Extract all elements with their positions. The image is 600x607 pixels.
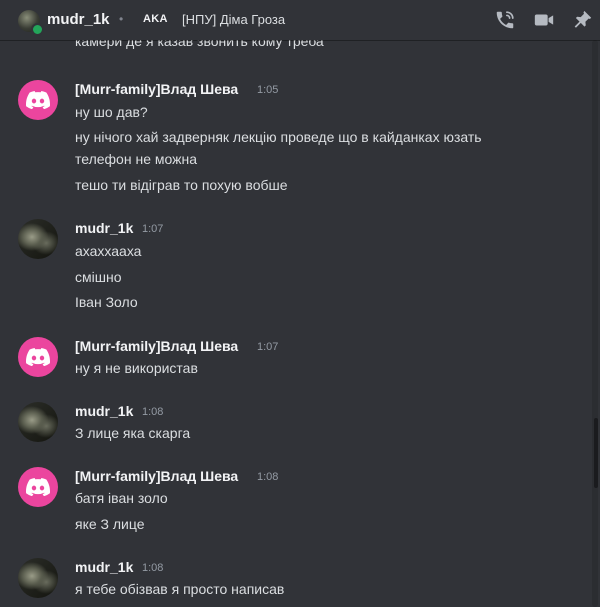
separator-dot: • xyxy=(119,12,124,26)
dm-header: mudr_1k • AKA [НПУ] Діма Гроза xyxy=(0,0,600,40)
avatar[interactable] xyxy=(18,80,58,120)
discord-logo-icon xyxy=(26,348,50,366)
pin-icon[interactable] xyxy=(571,9,593,31)
video-call-icon[interactable] xyxy=(533,9,555,31)
message-line: ахаххааха xyxy=(75,243,142,259)
message-list: камери де я казав звонить кому треба [Mu… xyxy=(0,0,600,607)
message-timestamp: 1:08 xyxy=(257,471,279,483)
message-line: ну нічого хай задверняк лекцію проведе щ… xyxy=(75,129,482,145)
message-author[interactable]: mudr_1k xyxy=(75,220,133,236)
message-timestamp: 1:08 xyxy=(142,406,164,418)
discord-logo-icon xyxy=(26,478,50,496)
message-line: ну я не використав xyxy=(75,360,198,376)
phone-call-icon[interactable] xyxy=(494,9,516,31)
avatar[interactable] xyxy=(18,558,58,598)
dm-username[interactable]: mudr_1k xyxy=(47,11,110,28)
message-line: я тебе обізвав я просто написав xyxy=(75,581,285,597)
discord-logo-icon xyxy=(26,91,50,109)
message-line: тешо ти відіграв то похую вобше xyxy=(75,177,288,193)
message-timestamp: 1:08 xyxy=(142,562,164,574)
online-status-indicator xyxy=(31,23,44,36)
message-author[interactable]: mudr_1k xyxy=(75,559,133,575)
message-line: батя іван золо xyxy=(75,490,168,506)
message-timestamp: 1:07 xyxy=(257,341,279,353)
avatar[interactable] xyxy=(18,337,58,377)
message-line: телефон не можна xyxy=(75,151,198,167)
avatar[interactable] xyxy=(18,467,58,507)
message-line: З лице яка скарга xyxy=(75,425,191,441)
message-line: Іван Золо xyxy=(75,294,138,310)
message-line: яке З лице xyxy=(75,516,145,532)
message-timestamp: 1:07 xyxy=(142,223,164,235)
message-line: смішно xyxy=(75,269,122,285)
message-author[interactable]: [Murr-family]Влад Шева xyxy=(75,338,238,354)
avatar[interactable] xyxy=(18,402,58,442)
aka-label: AKA xyxy=(143,13,168,25)
scrollbar-track[interactable] xyxy=(592,40,598,607)
scrollbar-thumb[interactable] xyxy=(594,418,598,488)
message-author[interactable]: mudr_1k xyxy=(75,403,133,419)
message-line: ну шо дав? xyxy=(75,104,148,120)
message-timestamp: 1:05 xyxy=(257,84,279,96)
aka-nickname: [НПУ] Діма Гроза xyxy=(182,12,286,27)
avatar[interactable] xyxy=(18,219,58,259)
message-author[interactable]: [Murr-family]Влад Шева xyxy=(75,81,238,97)
message-author[interactable]: [Murr-family]Влад Шева xyxy=(75,468,238,484)
